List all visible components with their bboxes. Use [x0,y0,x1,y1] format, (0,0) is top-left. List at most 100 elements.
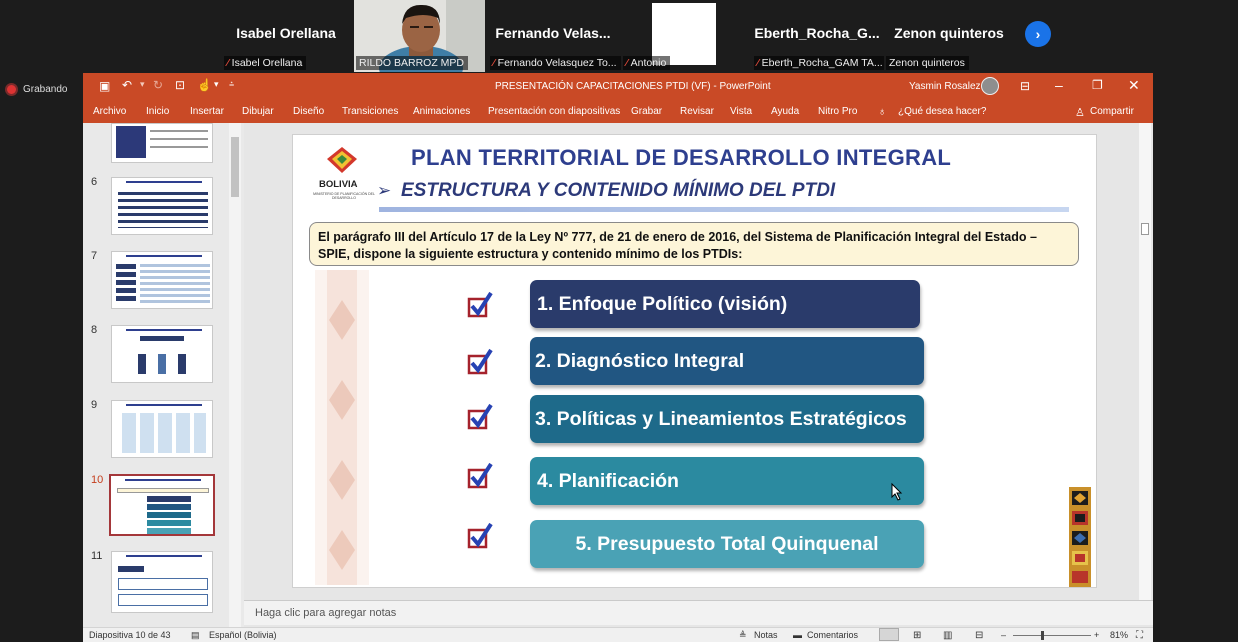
tell-me-search[interactable]: ¿Qué desea hacer? [898,106,986,117]
textile-pattern-decoration [315,270,369,585]
fit-to-window-icon[interactable]: ⛶ [1136,630,1143,641]
touch-mode-icon[interactable]: ☝ [197,78,212,92]
close-icon[interactable]: ✕ [1128,77,1140,94]
textile-pattern-decoration [1069,487,1091,587]
list-item-presupuesto[interactable]: 5. Presupuesto Total Quinquenal [530,520,924,568]
participant-name: Fernando Velas... [495,25,611,41]
participant-strip: Isabel Orellana ⁄ Isabel Orellana RILDO B… [0,0,1238,73]
checkmark-icon [467,348,493,375]
undo-icon[interactable]: ↶ [122,78,132,92]
tab-dibujar[interactable]: Dibujar [242,106,274,117]
slide-sorter-icon[interactable]: ⊞ [913,630,921,641]
tab-vista[interactable]: Vista [730,106,752,117]
logo-subtext: MINISTERIO DE PLANIFICACIÓN DEL DESARROL… [313,192,375,200]
tab-inicio[interactable]: Inicio [146,106,169,117]
save-icon[interactable]: ▣ [99,79,110,93]
restore-icon[interactable]: ❐ [1092,78,1103,92]
presentation-start-icon[interactable]: ⊡ [175,78,185,92]
participant-tile[interactable]: Zenon quinteros Zenon quinteros [884,0,1014,72]
customize-qat-icon[interactable]: ⩮ [229,79,234,90]
recording-indicator[interactable]: Grabando [7,84,67,95]
participant-tile[interactable]: Eberth_Rocha_G... ⁄ Eberth_Rocha_GAM TA..… [752,0,887,72]
participant-label-text: Zenon quinteros [889,57,965,69]
comments-button[interactable]: Comentarios [807,630,858,640]
tab-diseno[interactable]: Diseño [293,106,324,117]
person-icon: ♙ [1075,107,1085,119]
bolivia-emblem-icon [327,147,357,173]
participant-name: Eberth_Rocha_G... [754,25,880,41]
tab-revisar[interactable]: Revisar [680,106,714,117]
participant-label: ⁄ Eberth_Rocha_GAM TA... [754,56,887,70]
participant-label-text: Fernando Velasquez To... [497,57,617,69]
slide[interactable]: BOLIVIA MINISTERIO DE PLANIFICACIÓN DEL … [292,134,1097,588]
user-avatar[interactable] [981,77,999,95]
undo-dropdown-icon[interactable]: ▾ [140,79,145,90]
participant-label: Zenon quinteros [886,56,969,70]
tab-ayuda[interactable]: Ayuda [771,106,799,117]
slide-thumbnail-pane: 6 7 8 9 10 11 [83,123,244,627]
slide-thumbnail[interactable] [111,325,213,383]
slideshow-icon[interactable]: ⊟ [975,630,983,641]
slide-thumbnail[interactable] [111,400,213,458]
notes-pane[interactable]: Haga clic para agregar notas [244,600,1153,625]
tab-presentacion[interactable]: Presentación con diapositivas [488,106,620,117]
ribbon-display-icon[interactable]: ⊟ [1020,79,1030,93]
canvas-scrollbar[interactable] [1139,123,1151,600]
participant-label-text: Eberth_Rocha_GAM TA... [761,57,883,69]
recording-label: Grabando [23,84,68,95]
next-participants-button[interactable]: › [1025,21,1051,47]
user-name[interactable]: Yasmin Rosalez [909,81,981,92]
redo-icon[interactable]: ↻ [153,78,163,92]
participant-label-text: Isabel Orellana [231,57,303,69]
thumbnail-scrollbar[interactable] [229,123,241,627]
list-item-enfoque-politico[interactable]: 1. Enfoque Político (visión) [530,280,920,328]
language-indicator[interactable]: Español (Bolivia) [209,630,277,640]
tab-animaciones[interactable]: Animaciones [413,106,470,117]
mouse-cursor-icon [891,482,903,501]
title-bar: ▣ ↶ ▾ ↻ ⊡ ☝ ▾ ⩮ PRESENTACIÓN CAPACITACIO… [83,73,1153,100]
normal-view-icon[interactable] [879,628,899,641]
list-item-politicas[interactable]: 3. Políticas y Lineamientos Estratégicos [530,395,924,443]
tab-archivo[interactable]: Archivo [93,106,126,117]
tab-insertar[interactable]: Insertar [190,106,224,117]
tab-transiciones[interactable]: Transiciones [342,106,398,117]
touch-dropdown-icon[interactable]: ▾ [214,79,219,90]
slide-number: 9 [91,399,98,411]
chevron-right-icon: › [1035,26,1041,42]
share-button[interactable]: Compartir [1090,106,1134,117]
intro-paragraph: El parágrafo III del Artículo 17 de la L… [309,222,1079,266]
slide-number: 6 [91,176,98,188]
slide-title: PLAN TERRITORIAL DE DESARROLLO INTEGRAL [411,145,952,170]
participant-label: ⁄ Antonio [623,56,671,70]
checkmark-icon [467,403,493,430]
zoom-slider[interactable] [1013,635,1091,636]
participant-tile[interactable]: Fernando Velas... ⁄ Fernando Velasquez To… [488,0,621,72]
list-item-diagnostico[interactable]: 2. Diagnóstico Integral [530,337,924,385]
slide-thumbnail[interactable] [111,251,213,309]
slide-counter: Diapositiva 10 de 43 [89,630,171,640]
status-bar: Diapositiva 10 de 43 ▤ Español (Bolivia)… [83,627,1153,642]
zoom-level[interactable]: 81% [1110,630,1128,640]
ribbon-tabs: Archivo Inicio Insertar Dibujar Diseño T… [83,100,1153,123]
notes-button[interactable]: Notas [754,630,778,640]
list-item-planificacion[interactable]: 4. Planificación [530,457,924,505]
participant-tile[interactable]: ⁄ Antonio [621,0,751,72]
tab-grabar[interactable]: Grabar [631,106,662,117]
slide-thumbnail[interactable] [111,177,213,235]
powerpoint-window: ▣ ↶ ▾ ↻ ⊡ ☝ ▾ ⩮ PRESENTACIÓN CAPACITACIO… [83,73,1153,642]
participant-video-tile[interactable]: RILDO BARROZ MPD [354,0,485,72]
slide-thumbnail[interactable] [111,551,213,613]
zoom-in-button[interactable]: + [1094,630,1099,640]
spellcheck-icon[interactable]: ▤ [191,630,200,641]
zoom-out-button[interactable]: – [1001,630,1006,640]
slide-thumbnail-selected[interactable] [109,474,215,536]
reading-view-icon[interactable]: ▥ [943,630,952,641]
participant-tile[interactable]: Isabel Orellana ⁄ Isabel Orellana [222,0,350,72]
notes-icon: ≜ [739,630,747,640]
arrow-bullet-icon: ➢ [377,181,392,200]
zoom-slider-thumb[interactable] [1041,631,1044,640]
slide-thumbnail[interactable] [111,123,213,163]
tab-nitro-pro[interactable]: Nitro Pro [818,106,857,117]
slide-number: 7 [91,250,98,262]
minimize-icon[interactable]: – [1055,77,1063,93]
